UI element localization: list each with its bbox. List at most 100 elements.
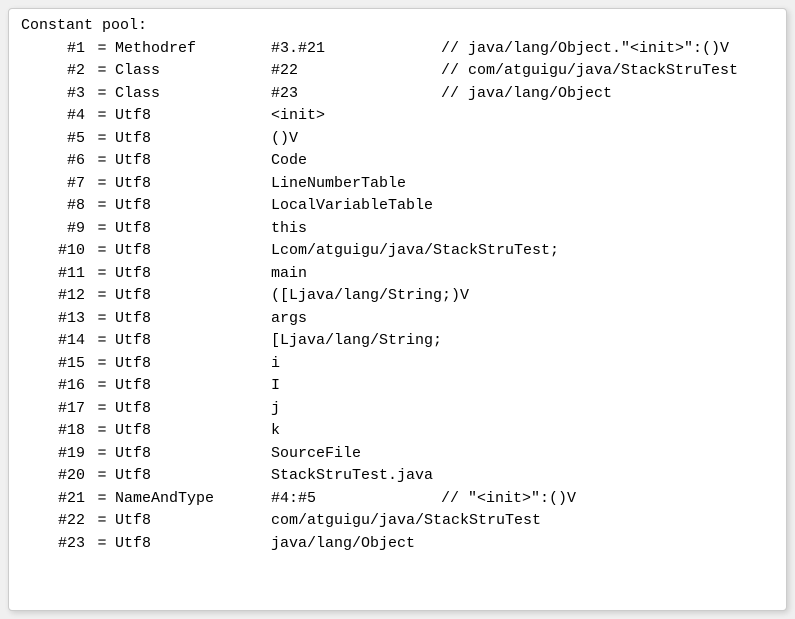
cp-type: Utf8	[115, 465, 271, 488]
cp-type: Utf8	[115, 510, 271, 533]
cp-index: #16	[19, 375, 89, 398]
constant-pool-row: #6=Utf8Code	[19, 150, 776, 173]
constant-pool-row: #2=Class#22// com/atguigu/java/StackStru…	[19, 60, 776, 83]
cp-value: SourceFile	[271, 443, 441, 466]
cp-comment	[441, 420, 776, 443]
cp-comment	[441, 443, 776, 466]
cp-equals: =	[89, 173, 115, 196]
cp-index: #14	[19, 330, 89, 353]
cp-equals: =	[89, 510, 115, 533]
cp-index: #17	[19, 398, 89, 421]
cp-equals: =	[89, 398, 115, 421]
cp-comment	[441, 533, 776, 556]
constant-pool-panel: Constant pool: #1=Methodref#3.#21// java…	[8, 8, 787, 611]
constant-pool-row: #4=Utf8<init>	[19, 105, 776, 128]
cp-value: ([Ljava/lang/String;)V	[271, 285, 441, 308]
cp-index: #21	[19, 488, 89, 511]
constant-pool-row: #19=Utf8SourceFile	[19, 443, 776, 466]
cp-value: k	[271, 420, 441, 443]
constant-pool-row: #18=Utf8k	[19, 420, 776, 443]
constant-pool-row: #20=Utf8StackStruTest.java	[19, 465, 776, 488]
cp-equals: =	[89, 38, 115, 61]
cp-value: I	[271, 375, 441, 398]
cp-equals: =	[89, 533, 115, 556]
constant-pool-row: #16=Utf8I	[19, 375, 776, 398]
cp-index: #19	[19, 443, 89, 466]
cp-type: Utf8	[115, 353, 271, 376]
cp-equals: =	[89, 105, 115, 128]
cp-index: #3	[19, 83, 89, 106]
cp-comment	[441, 308, 776, 331]
cp-equals: =	[89, 150, 115, 173]
cp-index: #13	[19, 308, 89, 331]
cp-value: com/atguigu/java/StackStruTest	[271, 510, 441, 533]
cp-index: #20	[19, 465, 89, 488]
cp-index: #22	[19, 510, 89, 533]
constant-pool-row: #12=Utf8([Ljava/lang/String;)V	[19, 285, 776, 308]
cp-value: ()V	[271, 128, 441, 151]
cp-type: Utf8	[115, 308, 271, 331]
cp-value: Lcom/atguigu/java/StackStruTest;	[271, 240, 441, 263]
cp-type: Utf8	[115, 375, 271, 398]
cp-comment	[441, 465, 776, 488]
cp-index: #4	[19, 105, 89, 128]
cp-value: Code	[271, 150, 441, 173]
cp-index: #7	[19, 173, 89, 196]
constant-pool-row: #1=Methodref#3.#21// java/lang/Object."<…	[19, 38, 776, 61]
cp-value: LineNumberTable	[271, 173, 441, 196]
cp-comment	[441, 195, 776, 218]
cp-index: #5	[19, 128, 89, 151]
cp-value: args	[271, 308, 441, 331]
cp-comment	[441, 330, 776, 353]
cp-type: Utf8	[115, 195, 271, 218]
cp-equals: =	[89, 60, 115, 83]
cp-index: #18	[19, 420, 89, 443]
cp-type: Class	[115, 83, 271, 106]
cp-value: <init>	[271, 105, 441, 128]
cp-type: Utf8	[115, 443, 271, 466]
cp-equals: =	[89, 443, 115, 466]
constant-pool-row: #7=Utf8LineNumberTable	[19, 173, 776, 196]
cp-comment	[441, 105, 776, 128]
cp-comment	[441, 218, 776, 241]
cp-type: NameAndType	[115, 488, 271, 511]
cp-index: #23	[19, 533, 89, 556]
cp-comment	[441, 173, 776, 196]
cp-equals: =	[89, 263, 115, 286]
cp-comment: // java/lang/Object."<init>":()V	[441, 38, 776, 61]
cp-index: #8	[19, 195, 89, 218]
constant-pool-row: #13=Utf8args	[19, 308, 776, 331]
constant-pool-row: #23=Utf8java/lang/Object	[19, 533, 776, 556]
cp-type: Utf8	[115, 105, 271, 128]
cp-value: main	[271, 263, 441, 286]
cp-equals: =	[89, 83, 115, 106]
cp-equals: =	[89, 375, 115, 398]
constant-pool-rows: #1=Methodref#3.#21// java/lang/Object."<…	[19, 38, 776, 556]
cp-equals: =	[89, 488, 115, 511]
cp-comment: // java/lang/Object	[441, 83, 776, 106]
cp-value: j	[271, 398, 441, 421]
cp-value: java/lang/Object	[271, 533, 441, 556]
cp-value: i	[271, 353, 441, 376]
cp-comment: // com/atguigu/java/StackStruTest	[441, 60, 776, 83]
cp-comment	[441, 285, 776, 308]
cp-value: StackStruTest.java	[271, 465, 441, 488]
cp-type: Utf8	[115, 398, 271, 421]
cp-type: Utf8	[115, 285, 271, 308]
cp-type: Utf8	[115, 218, 271, 241]
cp-type: Class	[115, 60, 271, 83]
constant-pool-row: #10=Utf8Lcom/atguigu/java/StackStruTest;	[19, 240, 776, 263]
cp-index: #9	[19, 218, 89, 241]
cp-index: #2	[19, 60, 89, 83]
cp-value: #23	[271, 83, 441, 106]
cp-equals: =	[89, 128, 115, 151]
constant-pool-row: #14=Utf8[Ljava/lang/String;	[19, 330, 776, 353]
cp-comment	[441, 375, 776, 398]
cp-value: #3.#21	[271, 38, 441, 61]
cp-type: Utf8	[115, 150, 271, 173]
cp-equals: =	[89, 285, 115, 308]
cp-equals: =	[89, 465, 115, 488]
cp-type: Utf8	[115, 128, 271, 151]
cp-comment	[441, 240, 776, 263]
cp-comment	[441, 510, 776, 533]
